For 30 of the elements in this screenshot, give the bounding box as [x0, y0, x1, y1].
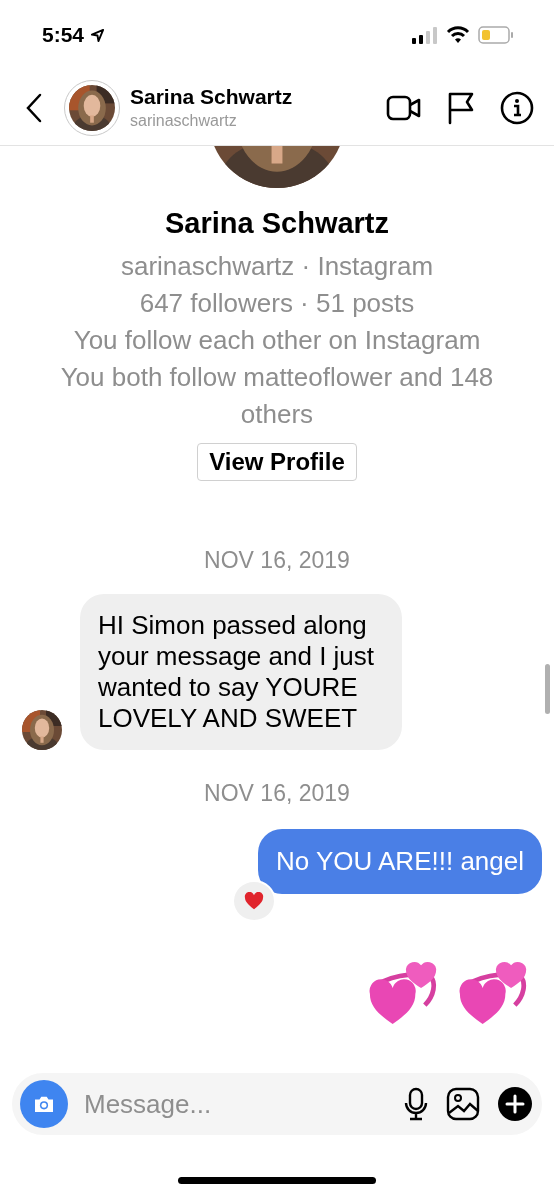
profile-info-text: You follow each other on Instagram [72, 324, 482, 357]
view-profile-button[interactable]: View Profile [197, 443, 357, 481]
date-separator: NOV 16, 2019 [203, 547, 351, 574]
date-separator: NOV 16, 2019 [203, 780, 351, 807]
signal-icon [412, 26, 438, 44]
flag-icon[interactable] [446, 90, 476, 125]
profile-info-text: sarinaschwartz · Instagram [119, 250, 435, 283]
camera-icon [33, 1095, 55, 1113]
message-field[interactable]: Message... [82, 1087, 386, 1121]
scroll-bar [545, 664, 550, 714]
message-bubble: No YOU ARE!!! angel [257, 829, 542, 894]
location-arrow-icon [90, 27, 106, 43]
message-composer[interactable]: Message... [12, 1073, 542, 1135]
image-icon[interactable] [446, 1087, 480, 1121]
contact-name: Sarina Schwartz [130, 85, 294, 109]
contact-username: sarinaschwartz [130, 112, 238, 130]
camera-button[interactable] [20, 1080, 68, 1128]
battery-icon [478, 26, 514, 44]
heart-icon [244, 892, 264, 910]
info-icon[interactable] [500, 90, 534, 125]
message-bubble: HI Simon passed along your message and I just wanted to say YOURE LOVELY AND SWEET [80, 594, 402, 750]
profile-info-text: You both follow matteoflower and 148 others [59, 361, 495, 431]
profile-name: Sarina Schwartz [164, 207, 390, 240]
profile-info-text: 647 followers · 51 posts [138, 287, 416, 320]
back-icon[interactable] [24, 92, 44, 123]
plus-icon[interactable] [498, 1087, 532, 1121]
clock-time: 5:54 [42, 23, 85, 47]
microphone-icon[interactable] [404, 1087, 428, 1121]
video-camera-icon[interactable] [386, 93, 422, 122]
wifi-icon [446, 26, 470, 44]
